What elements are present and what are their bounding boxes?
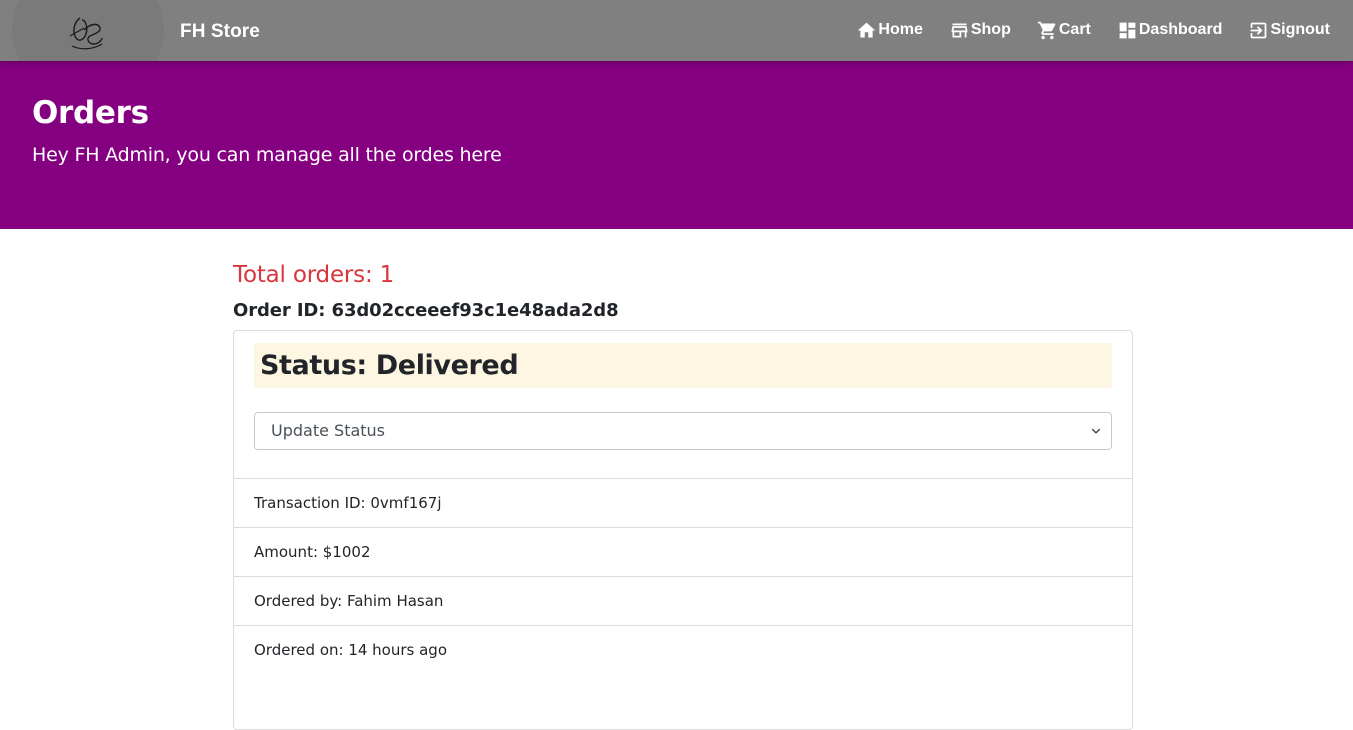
nav-dashboard[interactable]: Dashboard	[1117, 18, 1223, 42]
nav-home-label: Home	[878, 21, 923, 38]
order-status: Status: Delivered	[260, 350, 519, 381]
nav-cart[interactable]: Cart	[1037, 18, 1091, 42]
transaction-id: Transaction ID: 0vmf167j	[234, 478, 1132, 527]
chevron-down-icon	[1091, 428, 1101, 434]
orders-section: Total orders: 1 Order ID: 63d02cceeef93c…	[233, 262, 1133, 730]
home-icon	[858, 22, 876, 37]
update-status-selected: Update Status	[271, 421, 386, 440]
order-amount: Amount: $1002	[234, 527, 1132, 576]
nav-signout-label: Signout	[1270, 21, 1330, 38]
order-details-list: Transaction ID: 0vmf167j Amount: $1002 O…	[234, 478, 1132, 674]
status-banner: Status: Delivered	[254, 343, 1112, 388]
total-orders: Total orders: 1	[233, 262, 395, 288]
navbar: FH Store Home Shop Cart Dashboard Signou…	[0, 0, 1353, 61]
nav-dashboard-label: Dashboard	[1138, 21, 1223, 38]
page-subtitle: Hey FH Admin, you can manage all the ord…	[32, 144, 502, 166]
dashboard-icon	[1119, 22, 1136, 38]
update-status-select[interactable]: Update Status	[254, 412, 1112, 450]
brand-name[interactable]: FH Store	[180, 21, 260, 43]
nav-cart-label: Cart	[1058, 21, 1091, 38]
ordered-on: Ordered on: 14 hours ago	[234, 625, 1132, 674]
store-icon	[951, 23, 968, 37]
nav-links: Home Shop Cart Dashboard Signout	[830, 18, 1330, 42]
page-title: Orders	[32, 95, 149, 131]
signout-icon	[1251, 22, 1267, 38]
logo[interactable]	[12, 0, 164, 61]
nav-shop-label: Shop	[970, 21, 1011, 38]
nav-signout[interactable]: Signout	[1248, 18, 1330, 42]
page-header: Orders Hey FH Admin, you can manage all …	[0, 61, 1353, 229]
order-id: Order ID: 63d02cceeef93c1e48ada2d8	[233, 300, 619, 321]
ordered-by: Ordered by: Fahim Hasan	[234, 576, 1132, 625]
order-card: Status: Delivered Update Status Transact…	[233, 330, 1133, 730]
cart-icon	[1037, 21, 1056, 39]
nav-home[interactable]: Home	[856, 18, 923, 42]
fs-monogram-logo-icon	[69, 17, 103, 50]
nav-shop[interactable]: Shop	[949, 18, 1011, 42]
